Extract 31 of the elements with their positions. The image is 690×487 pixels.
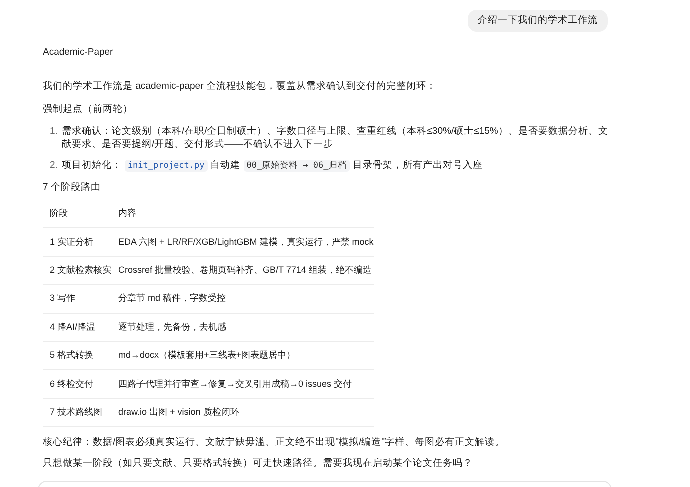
table-cell: 2 文献检索核实: [43, 256, 112, 285]
code-snippet: 00_原始资料 → 06_归档: [244, 160, 350, 172]
list-item-text: 项目初始化：: [62, 160, 122, 171]
user-message-bubble: 介绍一下我们的学术工作流: [468, 10, 608, 32]
table-cell: 7 技术路线图: [43, 398, 112, 427]
table-cell: 逐节处理，先备份，去机感: [112, 313, 374, 342]
table-cell: 1 实证分析: [43, 228, 112, 256]
table-cell: 5 格式转换: [43, 341, 112, 370]
table-cell: draw.io 出图 + vision 质检闭环: [112, 398, 374, 427]
list-number: 1.: [50, 125, 58, 139]
table-cell: 分章节 md 稿件，字数受控: [112, 284, 374, 314]
table-cell: Crossref 批量校验、卷期页码补齐、GB/T 7714 组装，绝不编造: [112, 256, 374, 285]
list-number: 2.: [50, 159, 58, 173]
intro-paragraph: 我们的学术工作流是 academic-paper 全流程技能包，覆盖从需求确认到交付的完整闭环：: [43, 80, 438, 93]
list-item-text: 目录骨架，所有产出对号入座: [352, 160, 483, 171]
rule-paragraph: 核心纪律：数据/图表必须真实运行、文献宁缺毋滥、正文绝不出现"模拟/编造"字样、每图必有正文解读。: [43, 436, 506, 450]
code-snippet: init_project.py: [124, 160, 208, 172]
table-cell: 3 写作: [43, 284, 112, 314]
table-cell: 4 降AI/降温: [43, 313, 112, 342]
list-item-text: 自动建: [210, 160, 241, 171]
column-header: 内容: [112, 200, 374, 228]
table-cell: 四路子代理并行审查→修复→交叉引用成稿→0 issues 交付: [112, 370, 374, 398]
section-heading: 强制起点（前两轮）: [43, 103, 134, 116]
table-cell: EDA 六图 + LR/RF/XGB/LightGBM 建模，真实运行，严禁 mock: [112, 228, 374, 256]
reply-title: Academic-Paper: [43, 46, 114, 59]
list-item-text: 需求确认：论文级别（本科/在职/全日制硕士）、字数口径与上限、查重红线（本科≤30%/硕士≤15%）、是否要数据分析、文献要求、是否要提纲/开题、交付形式——不确认不进入下一步: [62, 126, 608, 150]
table-cell: md→docx（模板套用+三线表+图表题居中）: [112, 341, 374, 370]
section-heading: 7 个阶段路由: [43, 181, 102, 194]
closing-paragraph: 只想做某一阶段（如只要文献、只要格式转换）可走快速路径。需要我现在启动某个论文任务吗？: [43, 457, 474, 470]
column-header: 阶段: [43, 200, 112, 228]
table-cell: 6 终检交付: [43, 370, 112, 398]
